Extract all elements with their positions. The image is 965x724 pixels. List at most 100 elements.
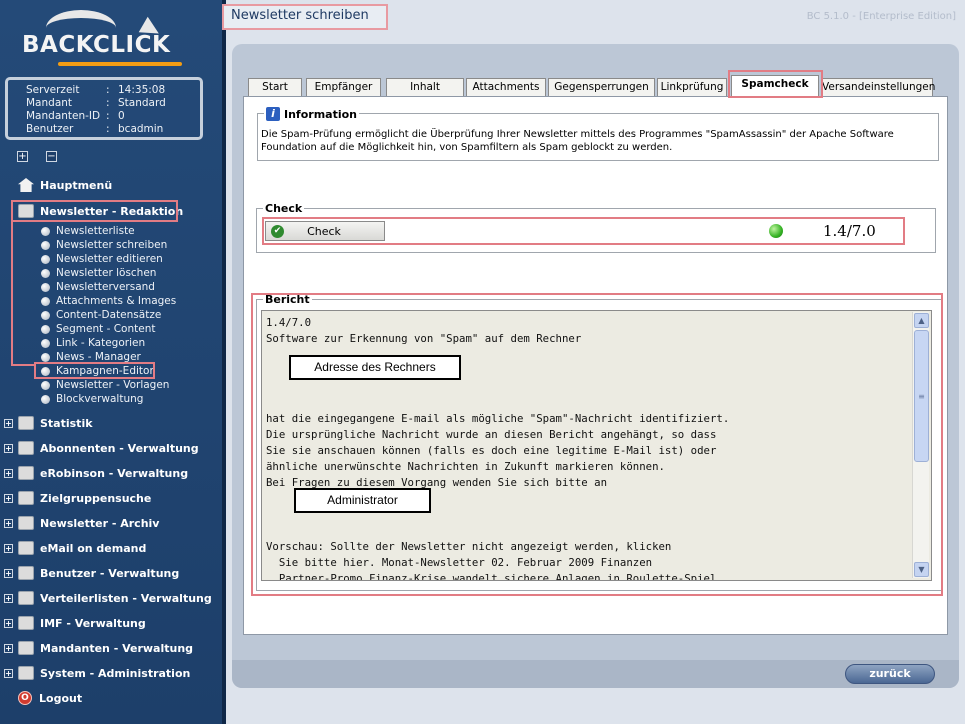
nav-logout-label: Logout <box>39 691 83 705</box>
expand-icon[interactable]: + <box>4 468 13 478</box>
home-icon <box>18 178 34 192</box>
sub-item-label: Segment - Content <box>56 323 156 335</box>
highlight-kampagnen-editor <box>34 362 155 379</box>
bullet-icon <box>41 324 50 334</box>
nav-section[interactable]: + Abonnenten - Verwaltung <box>4 441 199 455</box>
expand-icon[interactable]: + <box>4 618 13 628</box>
server-info-row: Serverzeit:14:35:08 <box>26 84 200 97</box>
tree-controls: + − <box>17 151 57 162</box>
tab-linkprüfung[interactable]: Linkprüfung <box>657 78 727 96</box>
expand-icon[interactable]: + <box>4 543 13 553</box>
sub-item-label: Newsletterliste <box>56 225 135 237</box>
server-info-key: Mandanten-ID <box>26 110 101 122</box>
bullet-icon <box>41 268 50 278</box>
sub-item-label: Link - Kategorien <box>56 337 146 349</box>
folder-icon <box>18 416 34 430</box>
nav-section[interactable]: + eRobinson - Verwaltung <box>4 466 188 480</box>
expand-icon[interactable]: + <box>4 593 13 603</box>
server-info-sep: : <box>106 110 110 122</box>
sub-item-label: Blockverwaltung <box>56 393 144 405</box>
bullet-icon <box>41 254 50 264</box>
sub-item[interactable]: Link - Kategorien <box>41 336 145 350</box>
folder-icon <box>18 566 34 580</box>
sub-item[interactable]: Newsletter schreiben <box>41 238 167 252</box>
nav-section-label: IMF - Verwaltung <box>40 616 146 630</box>
sub-item[interactable]: Newsletterversand <box>41 280 155 294</box>
folder-icon <box>18 541 34 555</box>
tab-empfänger[interactable]: Empfänger <box>306 78 381 96</box>
expand-icon[interactable]: + <box>4 418 13 428</box>
bullet-icon <box>41 394 50 404</box>
folder-icon <box>18 641 34 655</box>
nav-hauptmenu[interactable]: Hauptmenü <box>18 178 112 192</box>
sub-item[interactable]: Segment - Content <box>41 322 155 336</box>
nav-logout[interactable]: O Logout <box>18 691 82 705</box>
folder-icon <box>18 441 34 455</box>
bullet-icon <box>41 240 50 250</box>
nav-section[interactable]: + Newsletter - Archiv <box>4 516 159 530</box>
nav-section[interactable]: + Mandanten - Verwaltung <box>4 641 193 655</box>
bullet-icon <box>41 310 50 320</box>
version-label: BC 5.1.0 - [Enterprise Edition] <box>806 11 956 22</box>
sidebar-edge <box>222 0 226 724</box>
sub-item[interactable]: Blockverwaltung <box>41 392 143 406</box>
page-title: Newsletter schreiben <box>231 8 369 23</box>
highlight-connector-arrow <box>11 364 35 366</box>
tab-versandeinstellungen[interactable]: Versandeinstellungen <box>821 78 935 96</box>
expand-icon[interactable]: + <box>4 518 13 528</box>
information-text: Die Spam-Prüfung ermöglicht die Überprüf… <box>261 129 894 153</box>
back-button[interactable]: zurück <box>845 664 935 684</box>
tab-attachments[interactable]: Attachments <box>466 78 546 96</box>
sub-item[interactable]: Newsletter löschen <box>41 266 156 280</box>
expand-all-icon[interactable]: + <box>17 151 28 162</box>
nav-section-label: Zielgruppensuche <box>40 491 152 505</box>
nav-section[interactable]: + System - Administration <box>4 666 190 680</box>
bullet-icon <box>41 226 50 236</box>
bullet-icon <box>41 352 50 362</box>
bullet-icon <box>41 338 50 348</box>
logo-text: BACKCLICK <box>22 32 171 58</box>
sub-item[interactable]: Newsletterliste <box>41 224 135 238</box>
expand-icon[interactable]: + <box>4 568 13 578</box>
nav-section[interactable]: + Statistik <box>4 416 93 430</box>
nav-hauptmenu-label: Hauptmenü <box>40 178 113 192</box>
bullet-icon <box>41 380 50 390</box>
expand-icon[interactable]: + <box>4 643 13 653</box>
sub-item[interactable]: Attachments & Images <box>41 294 176 308</box>
info-icon: i <box>266 107 280 121</box>
tab-gegensperrungen[interactable]: Gegensperrungen <box>548 78 655 96</box>
server-info-key: Benutzer <box>26 123 74 135</box>
server-info-value: Standard <box>118 97 166 109</box>
highlight-redaktion <box>11 200 178 222</box>
tab-inhalt[interactable]: Inhalt <box>386 78 464 96</box>
nav-section-label: Abonnenten - Verwaltung <box>40 441 199 455</box>
server-info-value: 14:35:08 <box>118 84 166 96</box>
sub-item[interactable]: Content-Datensätze <box>41 308 161 322</box>
nav-section-label: System - Administration <box>40 666 191 680</box>
server-info-key: Mandant <box>26 97 73 109</box>
nav-section[interactable]: + IMF - Verwaltung <box>4 616 146 630</box>
expand-icon[interactable]: + <box>4 443 13 453</box>
server-info-box: Serverzeit:14:35:08 Mandant: Standard Manda… <box>5 77 203 140</box>
collapse-all-icon[interactable]: − <box>46 151 57 162</box>
nav-section[interactable]: + Benutzer - Verwaltung <box>4 566 179 580</box>
folder-icon <box>18 616 34 630</box>
check-legend: Check <box>263 202 305 215</box>
backclick-logo: BACKCLICK <box>22 10 182 70</box>
sub-item[interactable]: Newsletter editieren <box>41 252 163 266</box>
highlight-connector <box>11 218 14 366</box>
server-info-key: Serverzeit <box>26 84 80 96</box>
highlight-spamcheck-tab <box>728 70 823 98</box>
expand-icon[interactable]: + <box>4 493 13 503</box>
nav-section[interactable]: + eMail on demand <box>4 541 146 555</box>
server-info-sep: : <box>106 123 110 135</box>
expand-icon[interactable]: + <box>4 668 13 678</box>
bullet-icon <box>41 282 50 292</box>
nav-section[interactable]: + Zielgruppensuche <box>4 491 151 505</box>
highlight-check-row <box>262 217 905 245</box>
sub-item[interactable]: Newsletter - Vorlagen <box>41 378 169 392</box>
nav-section[interactable]: + Verteilerlisten - Verwaltung <box>4 591 212 605</box>
sub-item-label: Newsletterversand <box>56 281 155 293</box>
power-icon: O <box>18 691 32 705</box>
tab-start[interactable]: Start <box>248 78 302 96</box>
